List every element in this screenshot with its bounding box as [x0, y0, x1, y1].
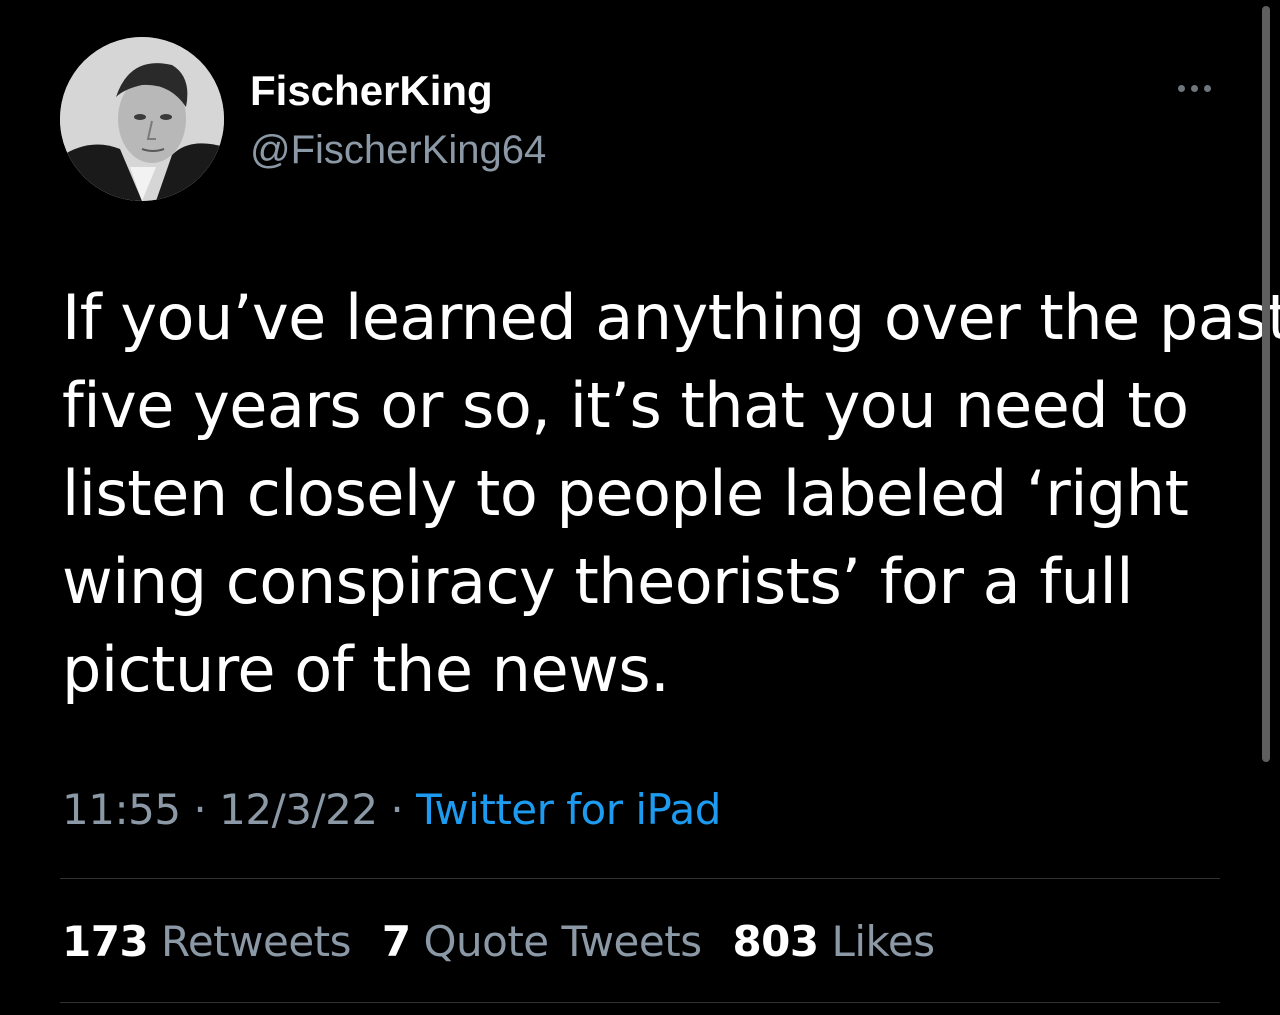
scrollbar[interactable]	[1262, 6, 1270, 762]
likes-stat[interactable]: 803 Likes	[732, 917, 935, 966]
tweet-meta: 11:55 · 12/3/22 · Twitter for iPad	[62, 782, 721, 838]
author-display-name[interactable]: FischerKing	[250, 66, 493, 116]
retweets-label: Retweets	[161, 917, 352, 966]
quote-tweets-label: Quote Tweets	[423, 917, 702, 966]
more-horizontal-icon	[1177, 84, 1185, 92]
divider	[60, 1002, 1220, 1003]
likes-count: 803	[732, 917, 819, 966]
retweets-count: 173	[62, 917, 149, 966]
retweets-stat[interactable]: 173 Retweets	[62, 917, 364, 966]
tweet-stats: 173 Retweets 7 Quote Tweets 803 Likes	[62, 914, 953, 970]
quote-tweets-count: 7	[381, 917, 411, 966]
tweet-source-link[interactable]: Twitter for iPad	[416, 785, 721, 834]
more-horizontal-icon-dot	[1190, 84, 1198, 92]
tweet-text-line: picture of the news.	[62, 633, 670, 706]
tweet-time[interactable]: 11:55	[62, 785, 181, 834]
likes-label: Likes	[831, 917, 935, 966]
tweet-date[interactable]: 12/3/22	[219, 785, 378, 834]
tweet-text: If you’ve learned anything over the past…	[62, 274, 1280, 714]
tweet-text-line: five years or so, it’s that you need to	[62, 369, 1189, 442]
tweet-text-line: If you’ve learned anything over the past	[62, 281, 1280, 354]
more-options-button[interactable]	[1170, 74, 1218, 102]
more-horizontal-icon-dot	[1203, 84, 1211, 92]
meta-separator: ·	[390, 785, 404, 834]
author-handle[interactable]: @FischerKing64	[250, 126, 546, 174]
avatar[interactable]	[60, 37, 224, 201]
meta-separator: ·	[193, 785, 207, 834]
quote-tweets-stat[interactable]: 7 Quote Tweets	[382, 917, 715, 966]
divider	[60, 878, 1220, 879]
avatar-photo	[60, 37, 224, 201]
tweet-text-line: wing conspiracy theorists’ for a full	[62, 545, 1133, 618]
tweet-text-line: listen closely to people labeled ‘right	[62, 457, 1189, 530]
